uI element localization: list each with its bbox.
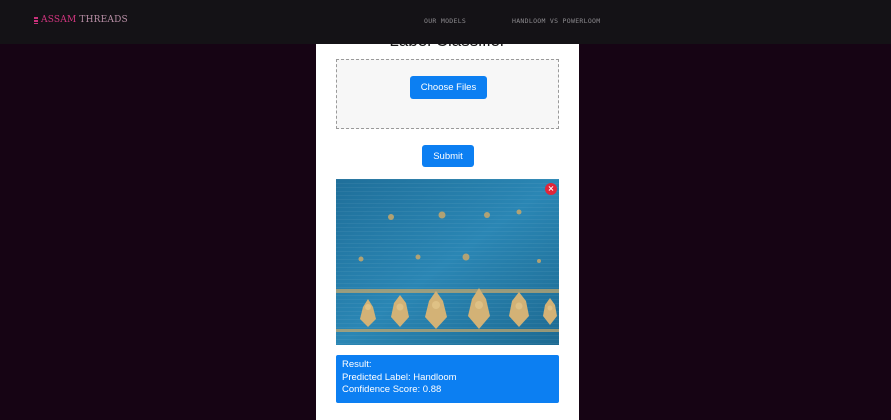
result-panel: Result: Predicted Label: Handloom Confid… <box>336 355 559 403</box>
predicted-label: Predicted Label: Handloom <box>342 371 457 383</box>
logo[interactable]: ASSAM THREADS <box>34 15 128 25</box>
logo-text-threads: THREADS <box>79 15 128 25</box>
logo-text-assam: ASSAM <box>41 15 77 25</box>
navbar: ASSAM THREADS OUR MODELS HANDLOOM VS POW… <box>0 0 891 44</box>
logo-mark-icon <box>34 16 38 24</box>
result-heading: Result: <box>342 359 372 370</box>
nav-link-our-models[interactable]: OUR MODELS <box>424 17 466 25</box>
classifier-modal: Label Classifier Choose Files Submit <box>316 2 579 420</box>
choose-files-button[interactable]: Choose Files <box>410 76 487 99</box>
fabric-image <box>336 179 559 345</box>
submit-button[interactable]: Submit <box>422 145 474 167</box>
image-preview: × <box>336 179 559 345</box>
remove-image-button[interactable]: × <box>545 183 557 195</box>
file-dropzone[interactable]: Choose Files <box>336 59 559 129</box>
nav-link-handloom-vs-powerloom[interactable]: HANDLOOM VS POWERLOOM <box>512 17 600 25</box>
confidence-score: Confidence Score: 0.88 <box>342 384 442 395</box>
